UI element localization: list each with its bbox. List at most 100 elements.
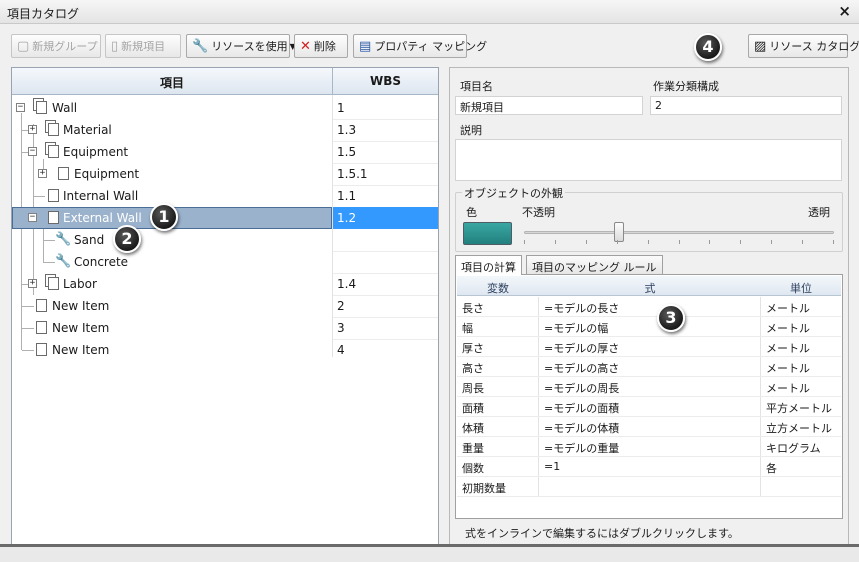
appearance-title: オブジェクトの外観 — [462, 185, 565, 201]
item-icon — [36, 321, 47, 334]
slider-tick — [833, 240, 834, 244]
color-swatch[interactable] — [463, 222, 512, 245]
slider-tick — [802, 240, 803, 244]
expand-icon[interactable]: + — [28, 279, 37, 288]
wbs-field[interactable]: 2 — [650, 96, 842, 115]
tree-row-wbs: 1.5.1 — [337, 167, 368, 181]
expand-icon[interactable]: + — [28, 125, 37, 134]
transparency-slider-track[interactable] — [524, 231, 834, 234]
slider-tick — [709, 240, 710, 244]
calc-formula-cell: =モデルの体積 — [544, 422, 620, 435]
item-icon — [48, 211, 59, 224]
use-resource-label: リソースを使用 — [211, 40, 288, 53]
close-icon[interactable]: × — [838, 2, 851, 20]
col-unit[interactable]: 単位 — [761, 280, 841, 296]
item-icon — [58, 167, 69, 180]
calc-variable-cell: 体積 — [462, 422, 484, 435]
new-item-button[interactable]: ▯ 新規項目 — [105, 34, 181, 58]
transparency-slider-thumb[interactable] — [614, 222, 624, 242]
new-group-label: 新規グループ — [32, 40, 98, 53]
resource-catalog-button[interactable]: ▨ リソース カタログ — [748, 34, 859, 58]
calc-table-header: 変数 式 単位 — [457, 276, 841, 296]
tree-row-material[interactable]: + Material 1.3 — [12, 119, 438, 141]
col-formula[interactable]: 式 — [539, 280, 761, 296]
collapse-icon[interactable]: − — [28, 147, 37, 156]
calc-formula-cell: =モデルの幅 — [544, 322, 609, 335]
slider-ticks — [524, 240, 834, 246]
calc-table-row[interactable]: 体積 =モデルの体積 立方メートル — [457, 417, 841, 437]
tree-row-new-item[interactable]: New Item 3 — [12, 317, 438, 339]
header-wbs[interactable]: WBS — [333, 74, 438, 88]
slider-tick — [586, 240, 587, 244]
tree-row-wbs: 1.1 — [337, 189, 357, 203]
tree-row-external-wall[interactable]: − External Wall 1.2 — [12, 207, 438, 229]
tree-row-wall[interactable]: − Wall 1 — [12, 97, 438, 119]
new-item-icon: ▯ — [111, 38, 119, 54]
group-icon — [48, 145, 59, 158]
slider-tick — [524, 240, 525, 244]
collapse-icon[interactable]: − — [16, 103, 25, 112]
col-variable[interactable]: 変数 — [457, 280, 539, 296]
calc-table-row[interactable]: 面積 =モデルの面積 平方メートル — [457, 397, 841, 417]
object-appearance-group: オブジェクトの外観 色 不透明 透明 — [455, 185, 843, 252]
delete-button[interactable]: ✕ 削除 — [294, 34, 348, 58]
calc-unit-cell: 立方メートル — [766, 422, 832, 435]
property-mapping-icon: ▤ — [359, 38, 372, 54]
calculation-tab-body: 変数 式 単位 長さ =モデルの長さ メートル幅 =モデルの幅 メートル 厚さ =モデルの厚… — [455, 274, 843, 519]
tree-row-wbs: 2 — [337, 299, 345, 313]
edit-hint: 式をインラインで編集するにはダブルクリックします。 — [465, 527, 739, 540]
tree-row-concrete[interactable]: 🔧 Concrete — [12, 251, 438, 273]
header-item[interactable]: 項目 — [12, 74, 332, 91]
calc-table-row[interactable]: 初期数量 — [457, 477, 841, 497]
calc-formula-cell: =モデルの重量 — [544, 442, 620, 455]
calc-table-row[interactable]: 個数 =1 各 — [457, 457, 841, 477]
item-icon — [36, 299, 47, 312]
name-label: 項目名 — [460, 80, 493, 93]
item-icon — [48, 189, 59, 202]
calc-table-row[interactable]: 厚さ =モデルの厚さ メートル — [457, 337, 841, 357]
expand-icon[interactable]: + — [38, 169, 47, 178]
calc-table-row[interactable]: 長さ =モデルの長さ メートル — [457, 297, 841, 317]
slider-tick — [740, 240, 741, 244]
tree-row-equipment-child[interactable]: + Equipment 1.5.1 — [12, 163, 438, 185]
calc-table-row[interactable]: 周長 =モデルの周長 メートル — [457, 377, 841, 397]
new-group-icon: ▢ — [17, 38, 30, 54]
calc-unit-cell: メートル — [766, 302, 810, 315]
transparent-label: 透明 — [808, 206, 830, 219]
tree-row-equipment[interactable]: − Equipment 1.5 — [12, 141, 438, 163]
calc-table-row[interactable]: 幅 =モデルの幅 メートル — [457, 317, 841, 337]
tree-row-sand[interactable]: 🔧 Sand — [12, 229, 438, 251]
tab-item-mapping-rules[interactable]: 項目のマッピング ルール — [526, 255, 663, 274]
tree-row-label: Internal Wall — [63, 189, 139, 203]
slider-tick — [771, 240, 772, 244]
wrench-icon: 🔧 — [55, 232, 72, 247]
tree-row-wbs: 1.4 — [337, 277, 357, 291]
property-mapping-button[interactable]: ▤ プロパティ マッピング — [353, 34, 487, 58]
tree-row-label: Material — [63, 123, 112, 137]
slider-tick — [555, 240, 556, 244]
collapse-icon[interactable]: − — [28, 213, 37, 222]
tree-row-label: External Wall — [63, 211, 142, 225]
calc-variable-cell: 周長 — [462, 382, 484, 395]
calc-table-row[interactable]: 高さ =モデルの高さ メートル — [457, 357, 841, 377]
tab-item-calculation[interactable]: 項目の計算 — [455, 255, 522, 275]
new-group-button[interactable]: ▢ 新規グループ — [11, 34, 101, 58]
calc-formula-cell: =モデルの厚さ — [544, 342, 620, 355]
tree-row-wbs: 3 — [337, 321, 345, 335]
calc-unit-cell: メートル — [766, 342, 810, 355]
description-field[interactable] — [455, 139, 842, 181]
calc-table-row[interactable]: 重量 =モデルの重量 キログラム — [457, 437, 841, 457]
use-resource-button[interactable]: 🔧 リソースを使用 ▼ — [186, 34, 296, 58]
tree-row-labor[interactable]: + Labor 1.4 — [12, 273, 438, 295]
calc-formula-cell: =モデルの高さ — [544, 362, 620, 375]
calc-formula-cell: =モデルの長さ — [544, 302, 620, 315]
calc-variable-cell: 高さ — [462, 362, 484, 375]
tree-row-internal-wall[interactable]: Internal Wall 1.1 — [12, 185, 438, 207]
tree-row-wbs: 1.3 — [337, 123, 357, 137]
tree-row-new-item[interactable]: New Item 4 — [12, 339, 438, 361]
item-name-field[interactable]: 新規項目 — [455, 96, 643, 115]
tree-row-label: New Item — [52, 321, 110, 335]
group-icon — [48, 277, 59, 290]
calc-unit-cell: メートル — [766, 362, 810, 375]
tree-row-new-item[interactable]: New Item 2 — [12, 295, 438, 317]
